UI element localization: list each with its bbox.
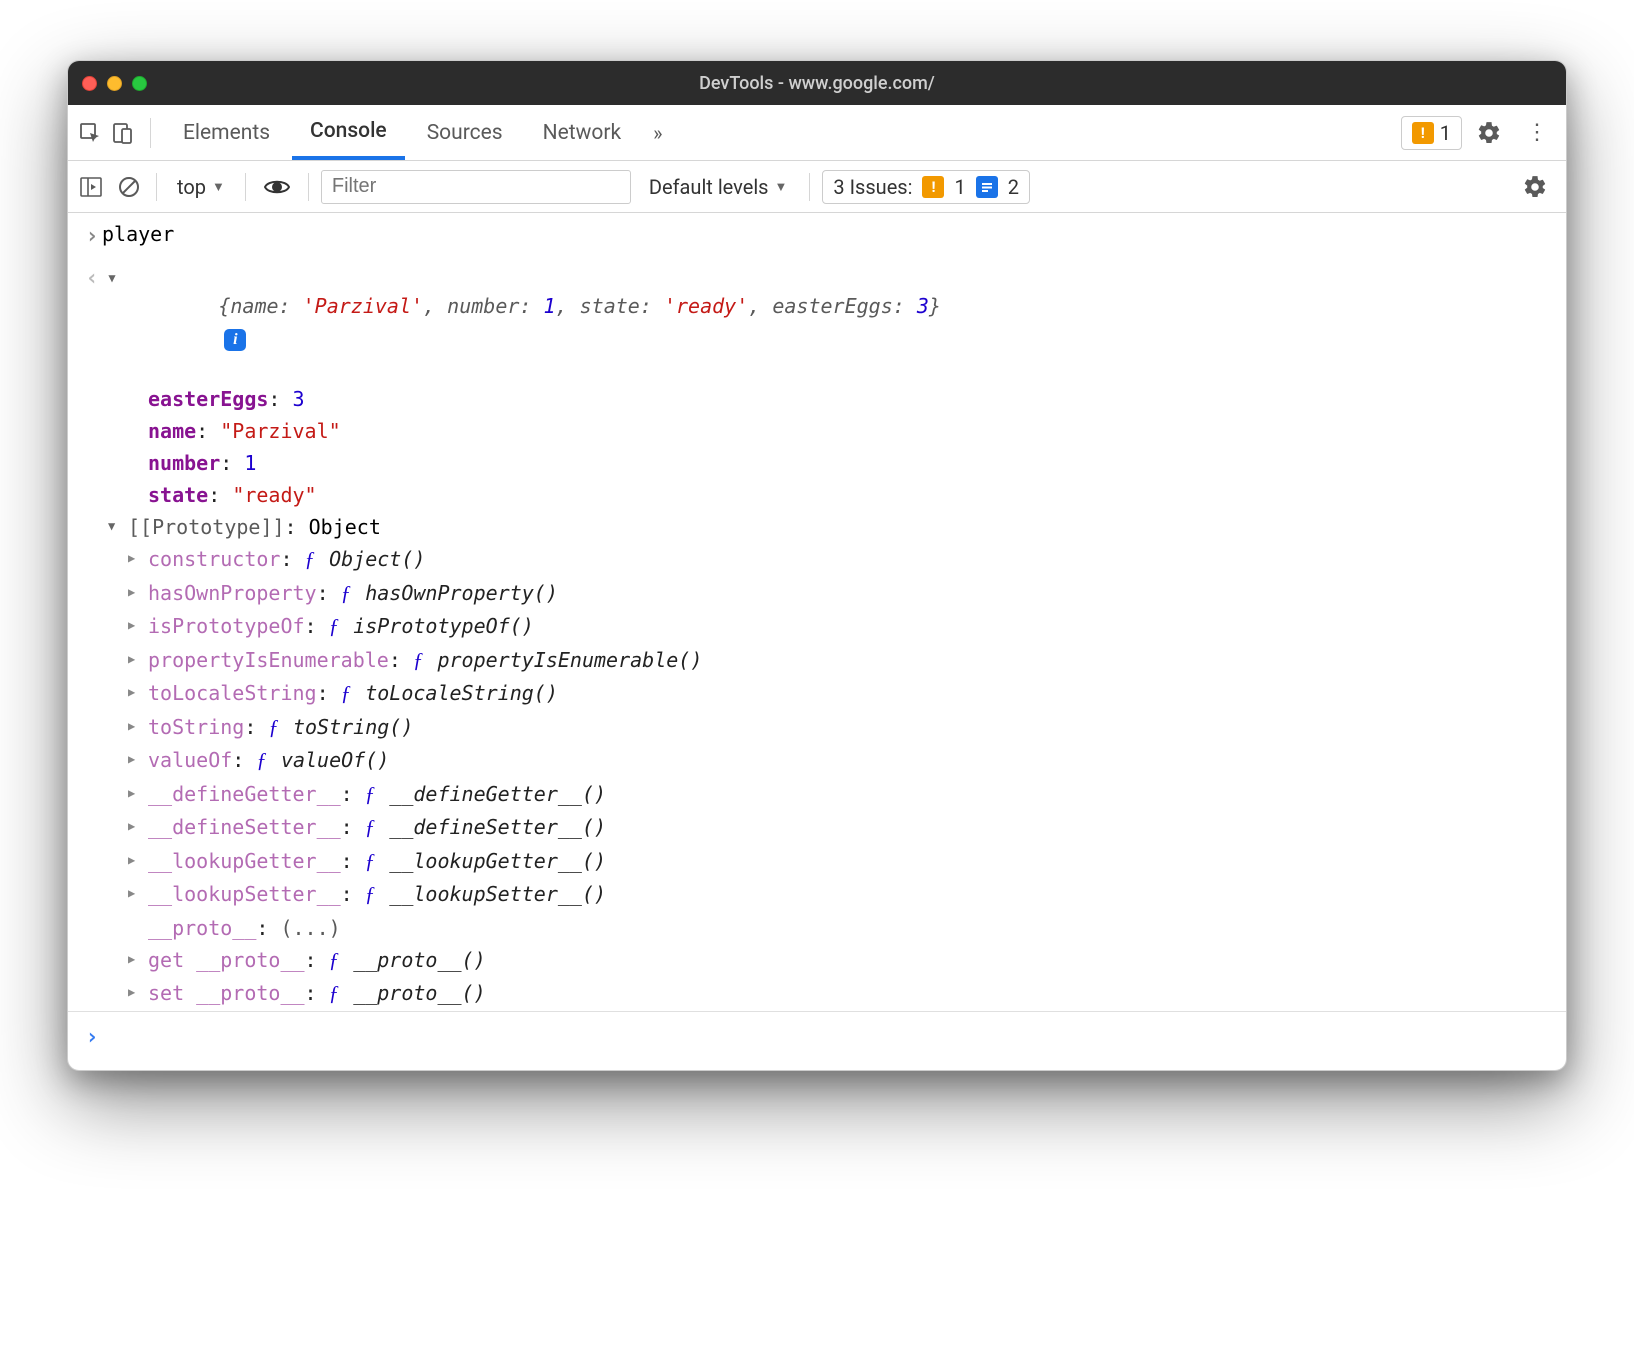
- close-window-button[interactable]: [82, 76, 97, 91]
- input-caret-icon: [82, 219, 102, 257]
- prototype-member-row[interactable]: __lookupSetter__: ƒ __lookupSetter__(): [128, 878, 1566, 912]
- levels-label: Default levels: [649, 175, 769, 199]
- console-body: player {name: 'Parzival', number: 1, sta…: [68, 213, 1566, 1070]
- warning-count: 1: [1440, 121, 1451, 145]
- info-badge-icon[interactable]: i: [224, 329, 246, 351]
- expand-toggle[interactable]: [128, 745, 148, 768]
- divider: [150, 118, 151, 148]
- minimize-window-button[interactable]: [107, 76, 122, 91]
- expand-toggle[interactable]: [128, 812, 148, 835]
- window-controls: [82, 76, 147, 91]
- expand-toggle[interactable]: [128, 945, 148, 968]
- prompt-caret-icon: [82, 1020, 102, 1058]
- chevron-down-icon: ▼: [775, 179, 788, 195]
- spacer: [128, 384, 148, 389]
- spacer: [128, 913, 148, 918]
- expand-toggle[interactable]: [128, 578, 148, 601]
- tab-console[interactable]: Console: [292, 105, 405, 160]
- prototype-member-row[interactable]: propertyIsEnumerable: ƒ propertyIsEnumer…: [128, 644, 1566, 678]
- zoom-window-button[interactable]: [132, 76, 147, 91]
- console-result-row[interactable]: {name: 'Parzival', number: 1, state: 're…: [68, 259, 1566, 383]
- prototype-member-row[interactable]: valueOf: ƒ valueOf(): [128, 744, 1566, 778]
- proto-accessor-row[interactable]: __proto__: (...): [128, 912, 1566, 944]
- window-title: DevTools - www.google.com/: [68, 73, 1566, 94]
- prototype-accessor-row[interactable]: set __proto__: ƒ __proto__(): [128, 977, 1566, 1011]
- tab-elements[interactable]: Elements: [165, 105, 288, 160]
- spacer: [128, 480, 148, 485]
- expand-toggle[interactable]: [128, 846, 148, 869]
- titlebar: DevTools - www.google.com/: [68, 61, 1566, 105]
- spacer: [128, 416, 148, 421]
- devtools-window: DevTools - www.google.com/ Elements Cons…: [67, 60, 1567, 1071]
- issues-label: 3 Issues:: [833, 175, 912, 199]
- expand-toggle[interactable]: [128, 544, 148, 567]
- prototype-member-row[interactable]: toLocaleString: ƒ toLocaleString(): [128, 677, 1566, 711]
- expand-toggle[interactable]: [128, 978, 148, 1001]
- expand-toggle[interactable]: [102, 261, 122, 289]
- expand-toggle[interactable]: [128, 611, 148, 634]
- input-expression: player: [102, 219, 174, 249]
- expand-toggle[interactable]: [128, 712, 148, 735]
- main-tabs: Elements Console Sources Network » ! 1 ⋮: [68, 105, 1566, 161]
- tab-network[interactable]: Network: [525, 105, 640, 160]
- prototype-member-row[interactable]: toString: ƒ toString(): [128, 711, 1566, 745]
- filter-input[interactable]: [321, 170, 631, 204]
- warnings-badge[interactable]: ! 1: [1401, 116, 1462, 150]
- warning-icon: !: [922, 176, 944, 198]
- object-expanded: easterEggs: 3 name: "Parzival" number: 1…: [68, 383, 1566, 1011]
- info-icon: [976, 176, 998, 198]
- chevron-down-icon: ▼: [212, 179, 225, 195]
- expand-toggle[interactable]: [128, 678, 148, 701]
- issues-cluster[interactable]: 3 Issues: ! 1 2: [822, 170, 1030, 204]
- tab-sources[interactable]: Sources: [409, 105, 521, 160]
- live-expression-icon[interactable]: [258, 178, 296, 196]
- console-toolbar: top ▼ Default levels ▼ 3 Issues: ! 1 2: [68, 161, 1566, 213]
- output-caret-icon: [82, 261, 102, 299]
- device-toolbar-icon[interactable]: [108, 119, 136, 147]
- prototype-accessor-row[interactable]: get __proto__: ƒ __proto__(): [128, 944, 1566, 978]
- divider: [156, 173, 157, 201]
- prototype-member-row[interactable]: __defineSetter__: ƒ __defineSetter__(): [128, 811, 1566, 845]
- prototype-getset: get __proto__: ƒ __proto__()set __proto_…: [128, 944, 1566, 1011]
- expand-toggle[interactable]: [128, 645, 148, 668]
- divider: [245, 173, 246, 201]
- issues-warning-count: 1: [954, 175, 965, 199]
- prototype-row[interactable]: [[Prototype]]: Object: [108, 511, 1566, 543]
- property-row[interactable]: easterEggs: 3: [128, 383, 1566, 415]
- prototype-member-row[interactable]: __lookupGetter__: ƒ __lookupGetter__(): [128, 845, 1566, 879]
- settings-gear-icon[interactable]: [1466, 120, 1512, 146]
- kebab-menu-icon[interactable]: ⋮: [1516, 120, 1558, 145]
- toggle-sidebar-icon[interactable]: [76, 172, 106, 202]
- prototype-member-row[interactable]: __defineGetter__: ƒ __defineGetter__(): [128, 778, 1566, 812]
- tabs-more-button[interactable]: »: [643, 121, 672, 145]
- console-input-row[interactable]: player: [68, 217, 1566, 259]
- divider: [308, 173, 309, 201]
- spacer: [128, 448, 148, 453]
- prototype-member-row[interactable]: constructor: ƒ Object(): [128, 543, 1566, 577]
- clear-console-icon[interactable]: [114, 172, 144, 202]
- expand-toggle[interactable]: [108, 512, 128, 535]
- expand-toggle[interactable]: [128, 879, 148, 902]
- prototype-member-row[interactable]: isPrototypeOf: ƒ isPrototypeOf(): [128, 610, 1566, 644]
- prototype-members: constructor: ƒ Object()hasOwnProperty: ƒ…: [128, 543, 1566, 912]
- prototype-member-row[interactable]: hasOwnProperty: ƒ hasOwnProperty(): [128, 577, 1566, 611]
- expand-toggle[interactable]: [128, 779, 148, 802]
- property-row[interactable]: number: 1: [128, 447, 1566, 479]
- property-row[interactable]: state: "ready": [128, 479, 1566, 511]
- divider: [809, 173, 810, 201]
- object-preview[interactable]: {name: 'Parzival', number: 1, state: 're…: [122, 261, 941, 381]
- console-settings-gear-icon[interactable]: [1512, 174, 1558, 200]
- console-prompt[interactable]: [68, 1011, 1566, 1066]
- inspect-element-icon[interactable]: [76, 119, 104, 147]
- execution-context-selector[interactable]: top ▼: [169, 175, 233, 199]
- log-levels-selector[interactable]: Default levels ▼: [639, 175, 798, 199]
- issues-info-count: 2: [1008, 175, 1019, 199]
- warning-icon: !: [1412, 122, 1434, 144]
- property-row[interactable]: name: "Parzival": [128, 415, 1566, 447]
- context-label: top: [177, 175, 206, 199]
